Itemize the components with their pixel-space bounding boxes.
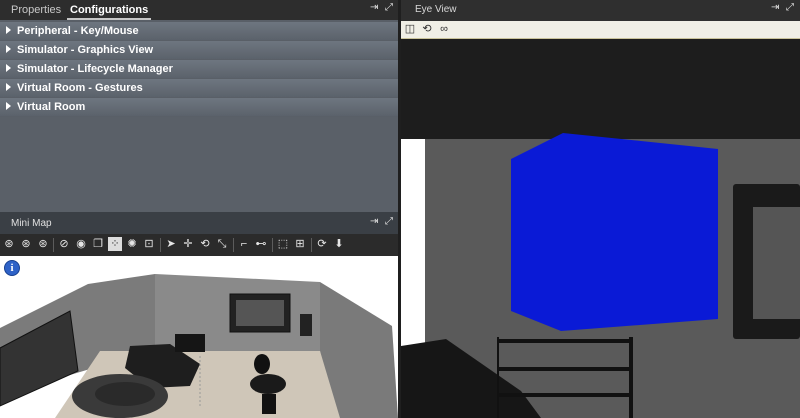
config-item-label: Virtual Room - Gestures [17, 82, 143, 94]
eye-view-toolbar: ◫ ⟲ ∞ [401, 21, 800, 39]
right-screen [753, 207, 800, 319]
visibility-toggle-icon[interactable]: ⊘ [57, 237, 71, 251]
pin-icon[interactable]: ⇥ [771, 2, 781, 13]
tab-properties[interactable]: Properties [8, 0, 64, 20]
configuration-list: Peripheral - Key/Mouse Simulator - Graph… [0, 22, 398, 117]
expand-icon[interactable]: ⤢ [385, 2, 395, 13]
mini-map-viewport[interactable]: i [0, 256, 398, 418]
expand-arrow-icon [6, 83, 11, 92]
toolbar-separator [233, 238, 234, 252]
table [175, 334, 205, 352]
camera-pan-icon[interactable]: ⊛ [19, 237, 33, 251]
toolbar-separator [160, 238, 161, 252]
camera-focus-icon[interactable]: ⊛ [36, 237, 50, 251]
config-item-label: Simulator - Graphics View [17, 44, 154, 56]
record-icon[interactable]: ◉ [74, 237, 88, 251]
expand-arrow-icon [6, 64, 11, 73]
grid-icon[interactable]: ⁘ [108, 237, 122, 251]
link-add-icon[interactable]: ⌐ [237, 237, 251, 251]
info-icon[interactable]: i [4, 260, 20, 276]
expand-icon[interactable]: ⤢ [385, 216, 395, 227]
sync-icon[interactable]: ⟲ [421, 23, 433, 35]
mini-map-title: Mini Map [11, 218, 52, 229]
config-item-simulator-lifecycle-manager[interactable]: Simulator - Lifecycle Manager [0, 60, 398, 78]
config-item-virtual-room-gestures[interactable]: Virtual Room - Gestures [0, 79, 398, 97]
tab-configurations[interactable]: Configurations [67, 0, 152, 20]
toolbar-separator [272, 238, 273, 252]
mini-map-toolbar: ⊛ ⊛ ⊛ ⊘ ◉ ❐ ⁘ ✺ ⊡ ➤ ✛ ⟲ ⤡ ⌐ ⊷ ⬚ ⊞ ⟳ ⬇ [0, 234, 398, 256]
bounding-box-icon[interactable]: ⬚ [276, 237, 290, 251]
select-arrow-icon[interactable]: ➤ [164, 237, 178, 251]
expand-arrow-icon [6, 26, 11, 35]
mini-map-scene [0, 274, 398, 418]
center-icon[interactable]: ⊞ [293, 237, 307, 251]
toolbar-separator [311, 238, 312, 252]
camera-orbit-icon[interactable]: ⊛ [2, 237, 16, 251]
config-item-label: Virtual Room [17, 101, 86, 113]
config-item-label: Simulator - Lifecycle Manager [17, 63, 173, 75]
configuration-empty-area [0, 117, 398, 212]
wall-picture-inner [236, 300, 284, 326]
config-item-virtual-room[interactable]: Virtual Room [0, 98, 398, 116]
left-panel: Properties Configurations ⇥ ⤢ Peripheral… [0, 0, 398, 418]
chair [254, 354, 270, 374]
pin-icon[interactable]: ⇥ [370, 216, 380, 227]
eye-view-title: Eye View [415, 4, 457, 15]
blue-cube [511, 133, 718, 331]
config-item-simulator-graphics-view[interactable]: Simulator - Graphics View [0, 41, 398, 59]
ceiling [401, 39, 800, 139]
eye-view-panel: Eye View ⇥ ⤢ ◫ ⟲ ∞ [401, 0, 800, 418]
pin-icon[interactable]: ⇥ [370, 2, 380, 13]
config-item-peripheral-key-mouse[interactable]: Peripheral - Key/Mouse [0, 22, 398, 40]
config-item-label: Peripheral - Key/Mouse [17, 25, 139, 37]
small-frame [300, 314, 312, 336]
expand-arrow-icon [6, 102, 11, 111]
zoom-fit-icon[interactable]: ⊡ [142, 237, 156, 251]
reset-icon[interactable]: ⟳ [315, 237, 329, 251]
side-table [250, 374, 286, 394]
doorway [401, 139, 425, 346]
toolbar-separator [53, 238, 54, 252]
eye-view-scene [401, 39, 800, 418]
link-icon[interactable]: ∞ [438, 23, 450, 35]
move-icon[interactable]: ✛ [181, 237, 195, 251]
window-icon[interactable]: ❐ [91, 237, 105, 251]
chair [262, 394, 276, 414]
expand-arrow-icon [6, 45, 11, 54]
scale-icon[interactable]: ⤡ [215, 237, 229, 251]
split-view-icon[interactable]: ◫ [404, 23, 416, 35]
link-remove-icon[interactable]: ⊷ [254, 237, 268, 251]
expand-icon[interactable]: ⤢ [786, 2, 796, 13]
rotate-icon[interactable]: ⟲ [198, 237, 212, 251]
tab-bar: Properties Configurations ⇥ ⤢ [0, 0, 398, 20]
down-arrow-icon[interactable]: ⬇ [332, 237, 346, 251]
mini-map-header: Mini Map ⇥ ⤢ [0, 212, 398, 234]
eye-view-viewport[interactable] [401, 39, 800, 418]
round-table-top [95, 382, 155, 406]
eye-view-header: Eye View ⇥ ⤢ [401, 0, 800, 20]
light-icon[interactable]: ✺ [125, 237, 139, 251]
